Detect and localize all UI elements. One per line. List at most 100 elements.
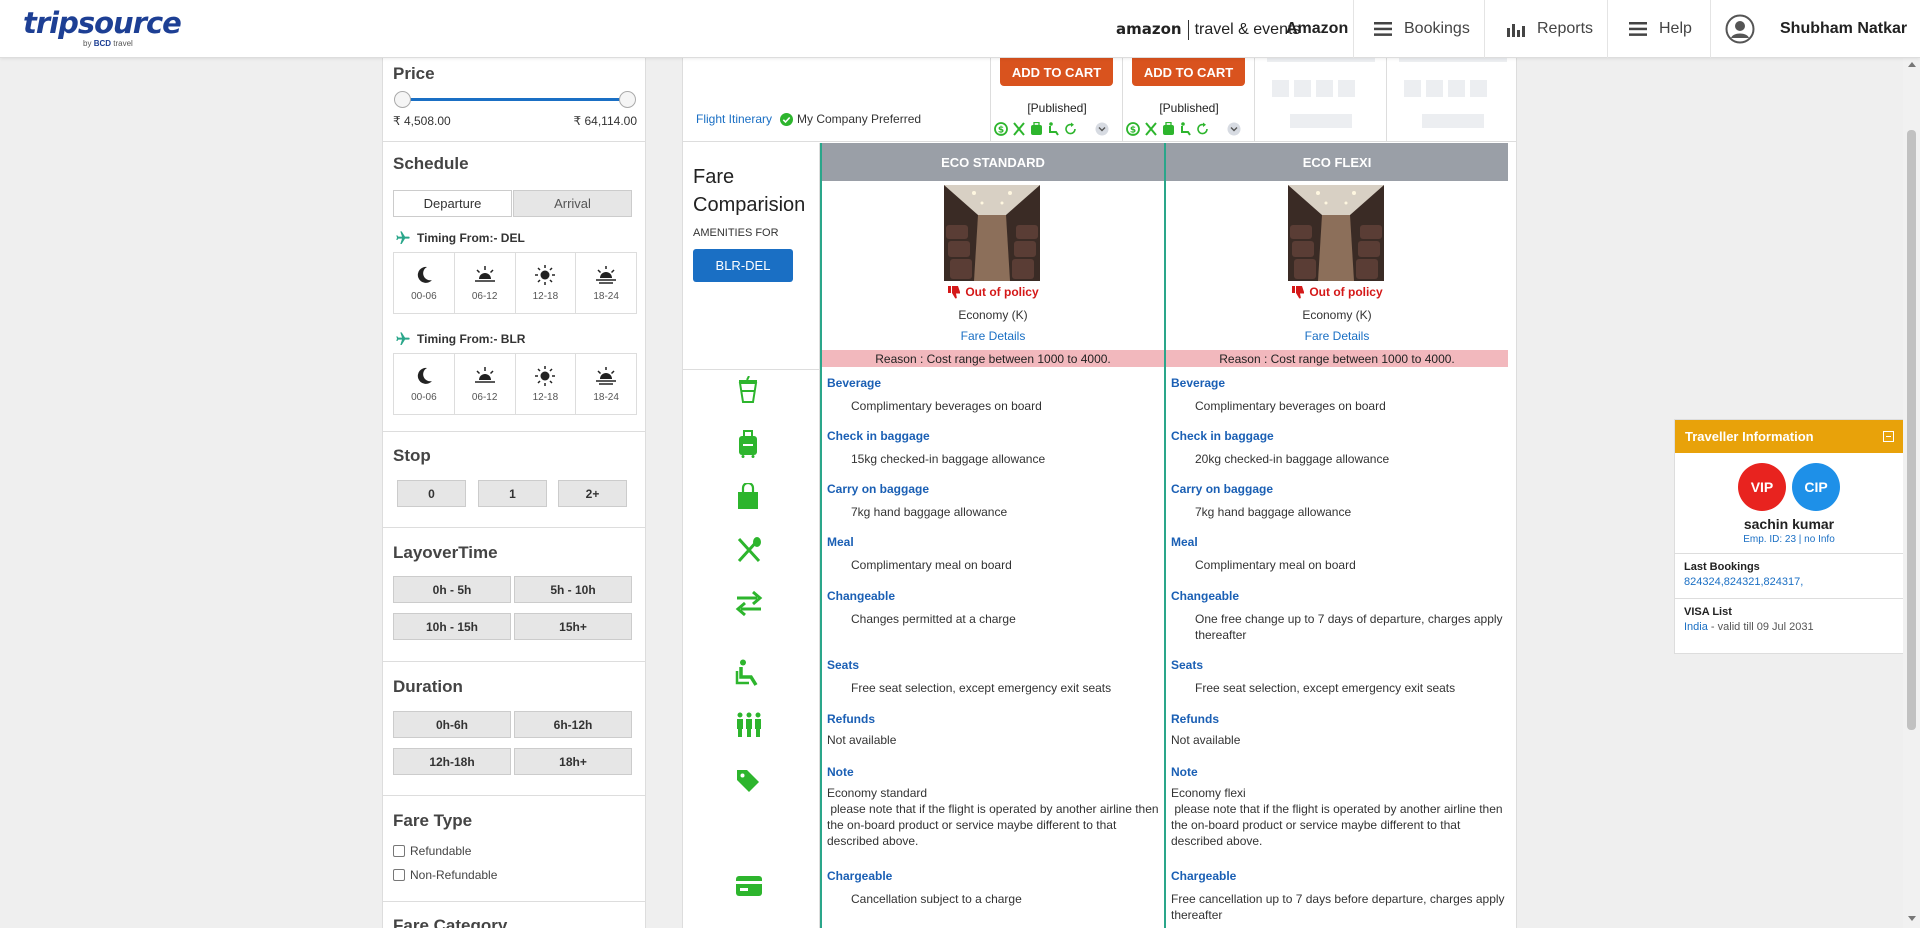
results-panel: Flight Itinerary My Company Preferred AD… bbox=[682, 58, 1517, 928]
page-scrollbar[interactable] bbox=[1903, 58, 1920, 928]
amenity-note: Note Economy standard please note that if… bbox=[827, 765, 1162, 848]
top-header: tripsource by BCD travel amazon travel & … bbox=[0, 0, 1920, 58]
nav-bookings-label: Bookings bbox=[1404, 20, 1470, 37]
amenity-carry-on-baggage: Carry on baggage 7kg hand baggage allowan… bbox=[1171, 482, 1352, 519]
carry-on-bag-icon bbox=[738, 483, 758, 509]
fare-details-link[interactable]: Fare Details bbox=[822, 329, 1164, 343]
company-preferred: My Company Preferred bbox=[780, 112, 921, 126]
no-info-link[interactable]: no Info bbox=[1804, 534, 1835, 545]
schedule-title: Schedule bbox=[393, 154, 469, 173]
amenities-column: Fare Comparision AMENITIES FOR BLR-DEL bbox=[683, 143, 820, 928]
slot-evening[interactable]: 18-24 bbox=[576, 354, 636, 414]
amenity-checkin-baggage: Check in baggage 20kg checked-in baggage … bbox=[1171, 429, 1390, 466]
user-name[interactable]: Shubham Natkar bbox=[1780, 20, 1907, 38]
amenity-refunds: Refunds Not available bbox=[1171, 712, 1241, 747]
layover-title: LayoverTime bbox=[393, 543, 498, 562]
add-to-cart-button[interactable]: ADD TO CART bbox=[1000, 58, 1113, 86]
svg-text:$: $ bbox=[998, 126, 1004, 136]
traveller-name: sachin kumar bbox=[1743, 516, 1835, 532]
tripsource-logo[interactable]: tripsource by BCD travel bbox=[23, 6, 182, 48]
sun-icon bbox=[535, 365, 556, 386]
layover-option-15plus[interactable]: 15h+ bbox=[514, 613, 632, 640]
nav-bookings[interactable]: Bookings bbox=[1353, 0, 1483, 58]
scroll-down-arrow[interactable] bbox=[1908, 916, 1916, 921]
amenity-meal: Meal Complimentary meal on board bbox=[827, 535, 1012, 572]
sunrise-icon bbox=[474, 366, 495, 383]
nav-reports[interactable]: Reports bbox=[1484, 0, 1606, 58]
scroll-thumb[interactable] bbox=[1907, 130, 1916, 730]
fare-category-title: Fare Category bbox=[393, 916, 508, 928]
stop-option-0[interactable]: 0 bbox=[397, 480, 466, 507]
cip-badge: CIP bbox=[1792, 463, 1840, 511]
chevron-down-icon[interactable] bbox=[1227, 122, 1241, 136]
menu-icon bbox=[1629, 22, 1647, 36]
amenity-checkin-baggage: Check in baggage 15kg checked-in baggage … bbox=[827, 429, 1046, 466]
refundable-checkbox[interactable]: Refundable bbox=[393, 844, 471, 858]
non-refundable-checkbox[interactable]: Non-Refundable bbox=[393, 868, 497, 882]
price-min-label: ₹ 4,508.00 bbox=[393, 114, 451, 128]
slot-afternoon[interactable]: 12-18 bbox=[516, 354, 577, 414]
logo-text: tripsource bbox=[23, 6, 182, 40]
visa-list-section: VISA List India - valid till 09 Jul 2031 bbox=[1675, 598, 1903, 640]
layover-option-10-15[interactable]: 10h - 15h bbox=[393, 613, 511, 640]
amenity-beverage: Beverage Complimentary beverages on board bbox=[827, 376, 1042, 413]
layover-option-0-5[interactable]: 0h - 5h bbox=[393, 576, 511, 603]
meal-icon bbox=[1145, 122, 1157, 136]
slot-morning[interactable]: 06-12 bbox=[455, 354, 516, 414]
fare-source-label: [Published] bbox=[1159, 101, 1219, 115]
departure-tab[interactable]: Departure bbox=[393, 190, 512, 217]
moon-icon bbox=[417, 367, 432, 384]
partner-brand: amazon travel & events bbox=[1116, 20, 1301, 40]
duration-option-12-18[interactable]: 12h-18h bbox=[393, 748, 511, 775]
flight-itinerary-link[interactable]: Flight Itinerary bbox=[696, 112, 772, 126]
amenity-seats: Seats Free seat selection, except emergen… bbox=[1171, 658, 1456, 695]
layover-option-5-10[interactable]: 5h - 10h bbox=[514, 576, 632, 603]
fare-comparison: Fare Comparision AMENITIES FOR BLR-DEL E… bbox=[683, 143, 1516, 928]
slot-morning[interactable]: 06-12 bbox=[455, 253, 516, 313]
chevron-down-icon[interactable] bbox=[1095, 122, 1109, 136]
sunrise-icon bbox=[474, 265, 495, 282]
refund-icon bbox=[737, 712, 761, 737]
plane-icon bbox=[396, 332, 410, 345]
price-min-handle[interactable] bbox=[394, 91, 411, 108]
cabin-class: Economy (K) bbox=[958, 308, 1028, 322]
sunset-icon bbox=[596, 366, 617, 385]
seat-icon bbox=[1049, 122, 1059, 136]
slot-afternoon[interactable]: 12-18 bbox=[516, 253, 577, 313]
slot-night[interactable]: 00-06 bbox=[394, 354, 455, 414]
list-icon bbox=[1374, 22, 1392, 36]
slot-evening[interactable]: 18-24 bbox=[576, 253, 636, 313]
fare-details-link[interactable]: Fare Details bbox=[1166, 329, 1508, 343]
price-slider-track[interactable] bbox=[403, 98, 628, 101]
last-bookings-links[interactable]: 824324,824321,824317, bbox=[1684, 576, 1894, 588]
cabin-image bbox=[944, 185, 1040, 281]
duration-option-6-12[interactable]: 6h-12h bbox=[514, 711, 632, 738]
price-max-handle[interactable] bbox=[619, 91, 636, 108]
svg-text:$: $ bbox=[1130, 126, 1136, 136]
amenity-meal: Meal Complimentary meal on board bbox=[1171, 535, 1356, 572]
logo-subtext: by BCD travel bbox=[83, 39, 133, 48]
nav-help[interactable]: Help bbox=[1607, 0, 1709, 58]
amenity-changeable: Changeable One free change up to 7 days o… bbox=[1171, 589, 1503, 642]
nav-reports-label: Reports bbox=[1537, 20, 1594, 37]
chargeable-card-icon bbox=[736, 876, 762, 896]
policy-status: Out of policy bbox=[822, 285, 1164, 299]
checkin-baggage-icon bbox=[739, 430, 757, 458]
slot-night[interactable]: 00-06 bbox=[394, 253, 455, 313]
loading-placeholder bbox=[1254, 58, 1386, 142]
add-to-cart-button[interactable]: ADD TO CART bbox=[1132, 58, 1245, 86]
scroll-up-arrow[interactable] bbox=[1908, 62, 1916, 67]
fare-amenity-icons: $ bbox=[994, 122, 1109, 136]
fare-name: ECO FLEXI bbox=[1166, 143, 1508, 181]
stop-option-2plus[interactable]: 2+ bbox=[558, 480, 627, 507]
arrival-tab[interactable]: Arrival bbox=[513, 190, 632, 217]
amenity-chargeable: Chargeable Cancellation subject to a char… bbox=[827, 869, 1022, 906]
sunset-icon bbox=[596, 265, 617, 284]
duration-option-0-6[interactable]: 0h-6h bbox=[393, 711, 511, 738]
duration-option-18plus[interactable]: 18h+ bbox=[514, 748, 632, 775]
collapse-icon[interactable] bbox=[1883, 431, 1894, 442]
fare-comparison-title: Fare Comparision bbox=[693, 166, 806, 216]
visa-country-link[interactable]: India bbox=[1684, 621, 1708, 633]
route-button[interactable]: BLR-DEL bbox=[693, 249, 793, 282]
stop-option-1[interactable]: 1 bbox=[478, 480, 547, 507]
